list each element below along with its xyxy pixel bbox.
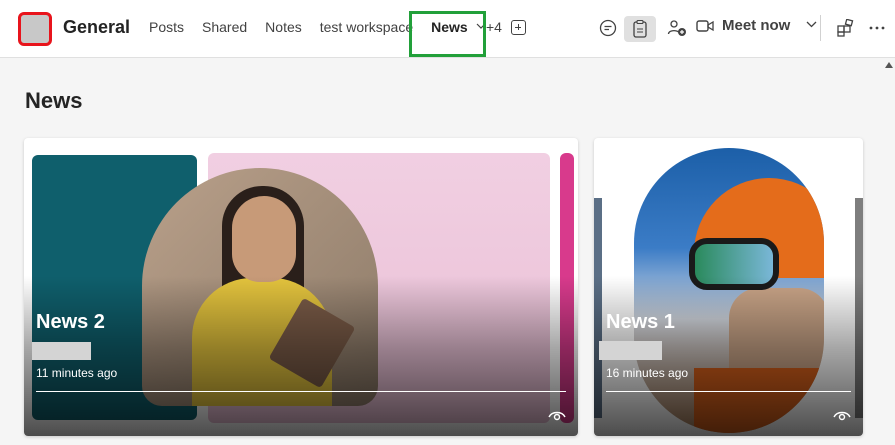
image-overlay bbox=[24, 276, 578, 436]
eye-icon bbox=[833, 409, 851, 421]
news-card[interactable]: News 2 11 minutes ago bbox=[24, 138, 578, 436]
card-divider bbox=[36, 391, 566, 392]
more-icon[interactable] bbox=[866, 17, 888, 39]
news-timestamp: 11 minutes ago bbox=[36, 366, 118, 380]
channel-name: General bbox=[63, 17, 131, 37]
eye-icon bbox=[548, 409, 566, 421]
meet-now-button[interactable]: Meet now bbox=[696, 17, 817, 34]
meet-options-chevron-icon[interactable] bbox=[806, 20, 817, 31]
people-add-icon[interactable] bbox=[666, 17, 688, 39]
channel-header: General Posts Shared Notes test workspac… bbox=[0, 0, 895, 58]
scroll-up-arrow-icon[interactable] bbox=[885, 62, 893, 68]
news-card[interactable]: News 1 16 minutes ago bbox=[594, 138, 863, 436]
notes-icon[interactable] bbox=[624, 16, 656, 42]
tab-notes[interactable]: Notes bbox=[265, 19, 302, 35]
team-avatar[interactable] bbox=[18, 12, 52, 46]
more-tabs-button[interactable]: +4 bbox=[486, 19, 502, 35]
news-title[interactable]: News 1 bbox=[606, 311, 675, 334]
active-tab-highlight bbox=[409, 11, 486, 57]
news-timestamp: 16 minutes ago bbox=[606, 366, 689, 380]
chat-icon[interactable] bbox=[597, 17, 619, 39]
news-title[interactable]: News 2 bbox=[36, 311, 105, 334]
author-placeholder bbox=[599, 341, 662, 360]
meet-now-label: Meet now bbox=[722, 17, 791, 34]
tab-posts[interactable]: Posts bbox=[149, 19, 184, 35]
card-divider bbox=[606, 391, 851, 392]
add-tab-icon[interactable] bbox=[511, 20, 526, 35]
apps-icon[interactable] bbox=[834, 17, 856, 39]
header-divider bbox=[820, 15, 821, 41]
video-icon bbox=[696, 19, 714, 32]
page-title: News bbox=[25, 88, 83, 113]
tab-shared[interactable]: Shared bbox=[202, 19, 247, 35]
author-placeholder bbox=[32, 342, 91, 360]
tab-test-workspace[interactable]: test workspace bbox=[320, 19, 413, 35]
